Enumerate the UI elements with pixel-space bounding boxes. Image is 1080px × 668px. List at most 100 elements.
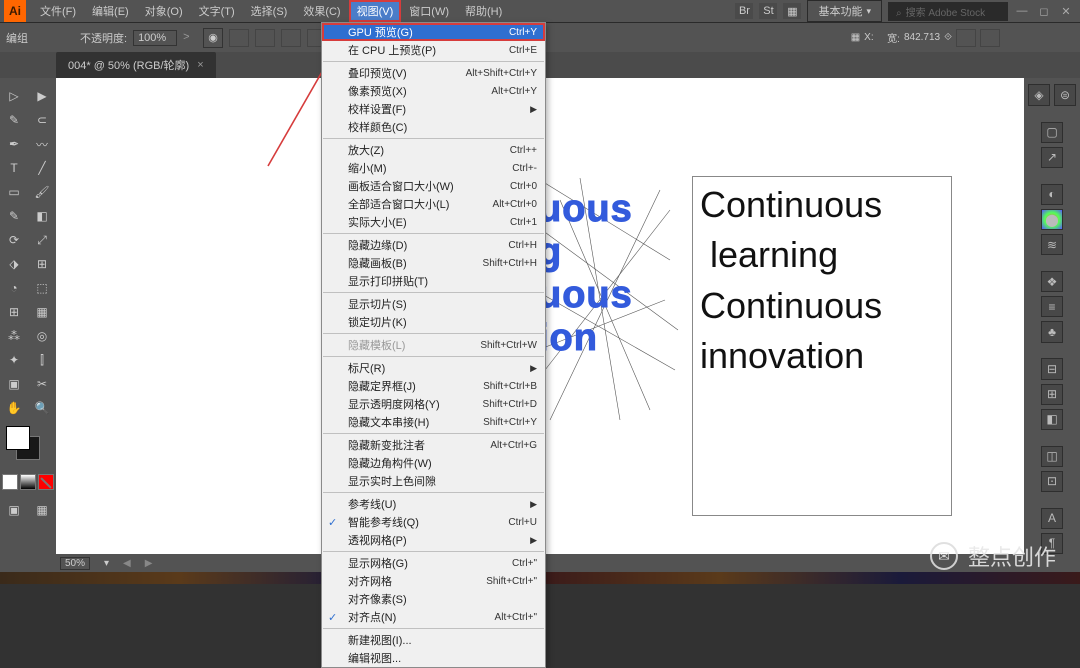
menu-item[interactable]: 隐藏边缘(D)Ctrl+H bbox=[322, 236, 545, 254]
menu-object[interactable]: 对象(O) bbox=[137, 0, 191, 22]
gradient-tool[interactable]: ▦ bbox=[28, 300, 56, 324]
menu-item[interactable]: 对齐网格Shift+Ctrl+" bbox=[322, 572, 545, 590]
style-target[interactable]: ◉ bbox=[203, 28, 223, 48]
slice-tool[interactable]: ✂ bbox=[28, 372, 56, 396]
align-panel-icon[interactable]: ⊟ bbox=[1041, 358, 1063, 379]
menu-file[interactable]: 文件(F) bbox=[32, 0, 84, 22]
menu-item[interactable]: 锁定切片(K) bbox=[322, 313, 545, 331]
window-close[interactable]: ✕ bbox=[1058, 5, 1074, 18]
menu-item[interactable]: 全部适合窗口大小(L)Alt+Ctrl+0 bbox=[322, 195, 545, 213]
document-tab[interactable]: 004* @ 50% (RGB/轮廓) × bbox=[56, 52, 216, 78]
mesh-tool[interactable]: ⊞ bbox=[0, 300, 28, 324]
menu-item[interactable]: 缩小(M)Ctrl+- bbox=[322, 159, 545, 177]
zoom-level[interactable]: 50% bbox=[60, 557, 90, 570]
menu-item[interactable]: ✓对齐点(N)Alt+Ctrl+" bbox=[322, 608, 545, 626]
menu-item[interactable]: 校样设置(F)▶ bbox=[322, 100, 545, 118]
pen-tool[interactable]: ✒ bbox=[0, 132, 28, 156]
scale-tool[interactable]: ⤢ bbox=[28, 228, 56, 252]
opacity-spin[interactable]: > bbox=[183, 31, 197, 45]
doc-setup-icon[interactable] bbox=[956, 29, 976, 47]
rectangle-tool[interactable]: ▭ bbox=[0, 180, 28, 204]
paragraph-panel-icon[interactable]: ¶ bbox=[1041, 533, 1063, 554]
live-text-artwork[interactable]: Continuous learning Continuous innovatio… bbox=[700, 180, 882, 382]
nav-next[interactable]: ▶ bbox=[145, 558, 153, 569]
workspace-switcher[interactable]: 基本功能 bbox=[807, 0, 882, 22]
menu-item[interactable]: 隐藏定界框(J)Shift+Ctrl+B bbox=[322, 377, 545, 395]
menu-item[interactable]: 隐藏画板(B)Shift+Ctrl+H bbox=[322, 254, 545, 272]
menu-type[interactable]: 文字(T) bbox=[191, 0, 243, 22]
opacity-input[interactable]: 100% bbox=[133, 30, 177, 46]
direct-selection-tool[interactable]: ▶ bbox=[28, 84, 56, 108]
eraser-tool[interactable]: ◧ bbox=[28, 204, 56, 228]
menu-item[interactable]: 参考线(U)▶ bbox=[322, 495, 545, 513]
menu-item[interactable]: 画板适合窗口大小(W)Ctrl+0 bbox=[322, 177, 545, 195]
menu-item[interactable]: 放大(Z)Ctrl++ bbox=[322, 141, 545, 159]
window-minimize[interactable]: — bbox=[1014, 5, 1030, 17]
stroke-panel-icon[interactable]: ≡ bbox=[1041, 296, 1063, 317]
window-restore[interactable]: ◻ bbox=[1036, 5, 1052, 18]
menu-item[interactable]: 实际大小(E)Ctrl+1 bbox=[322, 213, 545, 231]
width-tool[interactable]: ⬗ bbox=[0, 252, 28, 276]
character-panel-icon[interactable]: A bbox=[1041, 508, 1063, 529]
links-panel-icon[interactable]: ⊡ bbox=[1041, 471, 1063, 492]
shaper-tool[interactable]: ✎ bbox=[0, 204, 28, 228]
free-transform-tool[interactable]: ⊞ bbox=[28, 252, 56, 276]
selection-tool[interactable]: ▷ bbox=[0, 84, 28, 108]
perspective-grid-tool[interactable]: ⬚ bbox=[28, 276, 56, 300]
layers-panel-icon[interactable]: ◈ bbox=[1028, 84, 1050, 106]
hand-tool[interactable]: ✋ bbox=[0, 396, 28, 420]
prefs-icon[interactable] bbox=[980, 29, 1000, 47]
paintbrush-tool[interactable]: 🖌 bbox=[28, 180, 56, 204]
change-screen[interactable]: ▦ bbox=[28, 498, 56, 522]
menu-item[interactable]: 编辑视图... bbox=[322, 649, 545, 667]
menu-item[interactable]: 对齐像素(S) bbox=[322, 590, 545, 608]
menu-window[interactable]: 窗口(W) bbox=[401, 0, 457, 22]
artboard-tool[interactable]: ▣ bbox=[0, 372, 28, 396]
symbol-sprayer-tool[interactable]: ✦ bbox=[0, 348, 28, 372]
magic-wand-tool[interactable]: ✎ bbox=[0, 108, 28, 132]
menu-item[interactable]: 隐藏模板(L)Shift+Ctrl+W bbox=[322, 336, 545, 354]
shape-builder-tool[interactable]: ◔ bbox=[0, 276, 28, 300]
menu-item[interactable]: 隐藏新变批注者Alt+Ctrl+G bbox=[322, 436, 545, 454]
menu-item[interactable]: 显示透明度网格(Y)Shift+Ctrl+D bbox=[322, 395, 545, 413]
brushes-panel-icon[interactable]: ≋ bbox=[1041, 234, 1063, 255]
align-icon-2[interactable] bbox=[255, 29, 275, 47]
zoom-tool[interactable]: 🔍 bbox=[28, 396, 56, 420]
asset-export-icon[interactable]: ↗ bbox=[1041, 147, 1063, 168]
lasso-tool[interactable]: ⊂ bbox=[28, 108, 56, 132]
curvature-tool[interactable]: 〰 bbox=[28, 132, 56, 156]
menu-effect[interactable]: 效果(C) bbox=[295, 0, 348, 22]
symbols-panel-icon[interactable]: ❖ bbox=[1041, 271, 1063, 292]
appearance-panel-icon[interactable]: ◐ bbox=[1041, 184, 1063, 205]
menu-edit[interactable]: 编辑(E) bbox=[84, 0, 137, 22]
line-tool[interactable]: ╱ bbox=[28, 156, 56, 180]
align-icon-1[interactable] bbox=[229, 29, 249, 47]
menu-help[interactable]: 帮助(H) bbox=[457, 0, 510, 22]
arrange-icon[interactable]: ▦ bbox=[783, 3, 801, 19]
menu-item[interactable]: 在 CPU 上预览(P)Ctrl+E bbox=[322, 41, 545, 59]
bridge-icon[interactable]: Br bbox=[735, 3, 753, 19]
menu-item[interactable]: 新建视图(I)... bbox=[322, 631, 545, 649]
menu-item[interactable]: 像素预览(X)Alt+Ctrl+Y bbox=[322, 82, 545, 100]
menu-item[interactable]: ✓智能参考线(Q)Ctrl+U bbox=[322, 513, 545, 531]
menu-item[interactable]: 显示切片(S) bbox=[322, 295, 545, 313]
menu-select[interactable]: 选择(S) bbox=[243, 0, 296, 22]
menu-view[interactable]: 视图(V) bbox=[349, 0, 402, 22]
menu-item[interactable]: 叠印预览(V)Alt+Shift+Ctrl+Y bbox=[322, 64, 545, 82]
menu-item[interactable]: 隐藏文本串接(H)Shift+Ctrl+Y bbox=[322, 413, 545, 431]
graphic-styles-icon[interactable]: ♣ bbox=[1041, 321, 1063, 342]
rotate-tool[interactable]: ⟳ bbox=[0, 228, 28, 252]
pathfinder-panel-icon[interactable]: ◧ bbox=[1041, 409, 1063, 430]
menu-item[interactable]: 显示打印拼贴(T) bbox=[322, 272, 545, 290]
stock-icon[interactable]: St bbox=[759, 3, 777, 19]
type-tool[interactable]: T bbox=[0, 156, 28, 180]
menu-item[interactable]: GPU 预览(G)Ctrl+Y bbox=[322, 23, 545, 41]
menu-item[interactable]: 隐藏边角构件(W) bbox=[322, 454, 545, 472]
artboards-panel-icon[interactable]: ▢ bbox=[1041, 122, 1063, 143]
nav-prev[interactable]: ◀ bbox=[123, 558, 131, 569]
menu-item[interactable]: 透视网格(P)▶ bbox=[322, 531, 545, 549]
transparency-panel-icon[interactable]: ◫ bbox=[1041, 446, 1063, 467]
column-graph-tool[interactable]: ⫿ bbox=[28, 348, 56, 372]
screen-mode[interactable]: ▣ bbox=[0, 498, 28, 522]
menu-item[interactable]: 标尺(R)▶ bbox=[322, 359, 545, 377]
